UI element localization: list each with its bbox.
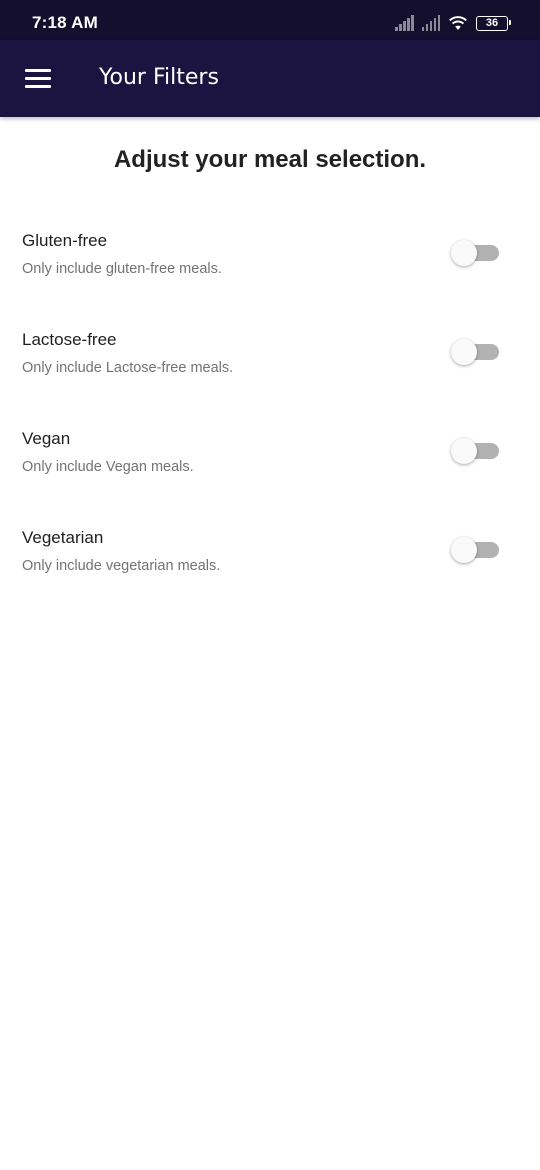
battery-level: 36: [485, 16, 499, 29]
filter-row-gluten-free[interactable]: Gluten-free Only include gluten-free mea…: [0, 231, 540, 311]
menu-button[interactable]: [14, 58, 62, 98]
filter-subtitle: Only include Lactose-free meals.: [22, 360, 234, 376]
filter-subtitle: Only include vegetarian meals.: [22, 558, 221, 574]
switch-thumb: [451, 240, 477, 266]
filter-title: Lactose-free: [22, 330, 117, 349]
app-bar: Your Filters: [0, 40, 540, 117]
filter-subtitle: Only include Vegan meals.: [22, 459, 194, 475]
signal-icon: [395, 15, 414, 31]
filter-title: Vegan: [22, 429, 71, 448]
page-heading: Adjust your meal selection.: [113, 146, 427, 173]
lactose-free-toggle[interactable]: [451, 338, 501, 366]
hamburger-menu-icon: [25, 68, 51, 88]
vegetarian-toggle[interactable]: [451, 536, 501, 564]
switch-thumb: [451, 339, 477, 365]
battery-icon: 36: [476, 15, 511, 31]
filter-row-vegan[interactable]: Vegan Only include Vegan meals.: [0, 429, 540, 509]
wifi-icon: [448, 15, 468, 31]
status-bar: 7:18 AM 36: [0, 0, 540, 40]
filter-row-vegetarian[interactable]: Vegetarian Only include vegetarian meals…: [0, 528, 540, 608]
filter-title: Vegetarian: [22, 528, 104, 547]
status-time: 7:18 AM: [32, 13, 98, 32]
gluten-free-toggle[interactable]: [451, 239, 501, 267]
signal-icon: [421, 15, 440, 31]
filter-row-lactose-free[interactable]: Lactose-free Only include Lactose-free m…: [0, 330, 540, 410]
switch-thumb: [451, 537, 477, 563]
filter-subtitle: Only include gluten-free meals.: [22, 261, 222, 277]
switch-thumb: [451, 438, 477, 464]
vegan-toggle[interactable]: [451, 437, 501, 465]
app-title: Your Filters: [99, 65, 219, 90]
filter-title: Gluten-free: [22, 231, 108, 250]
status-icons: 36: [395, 13, 511, 33]
